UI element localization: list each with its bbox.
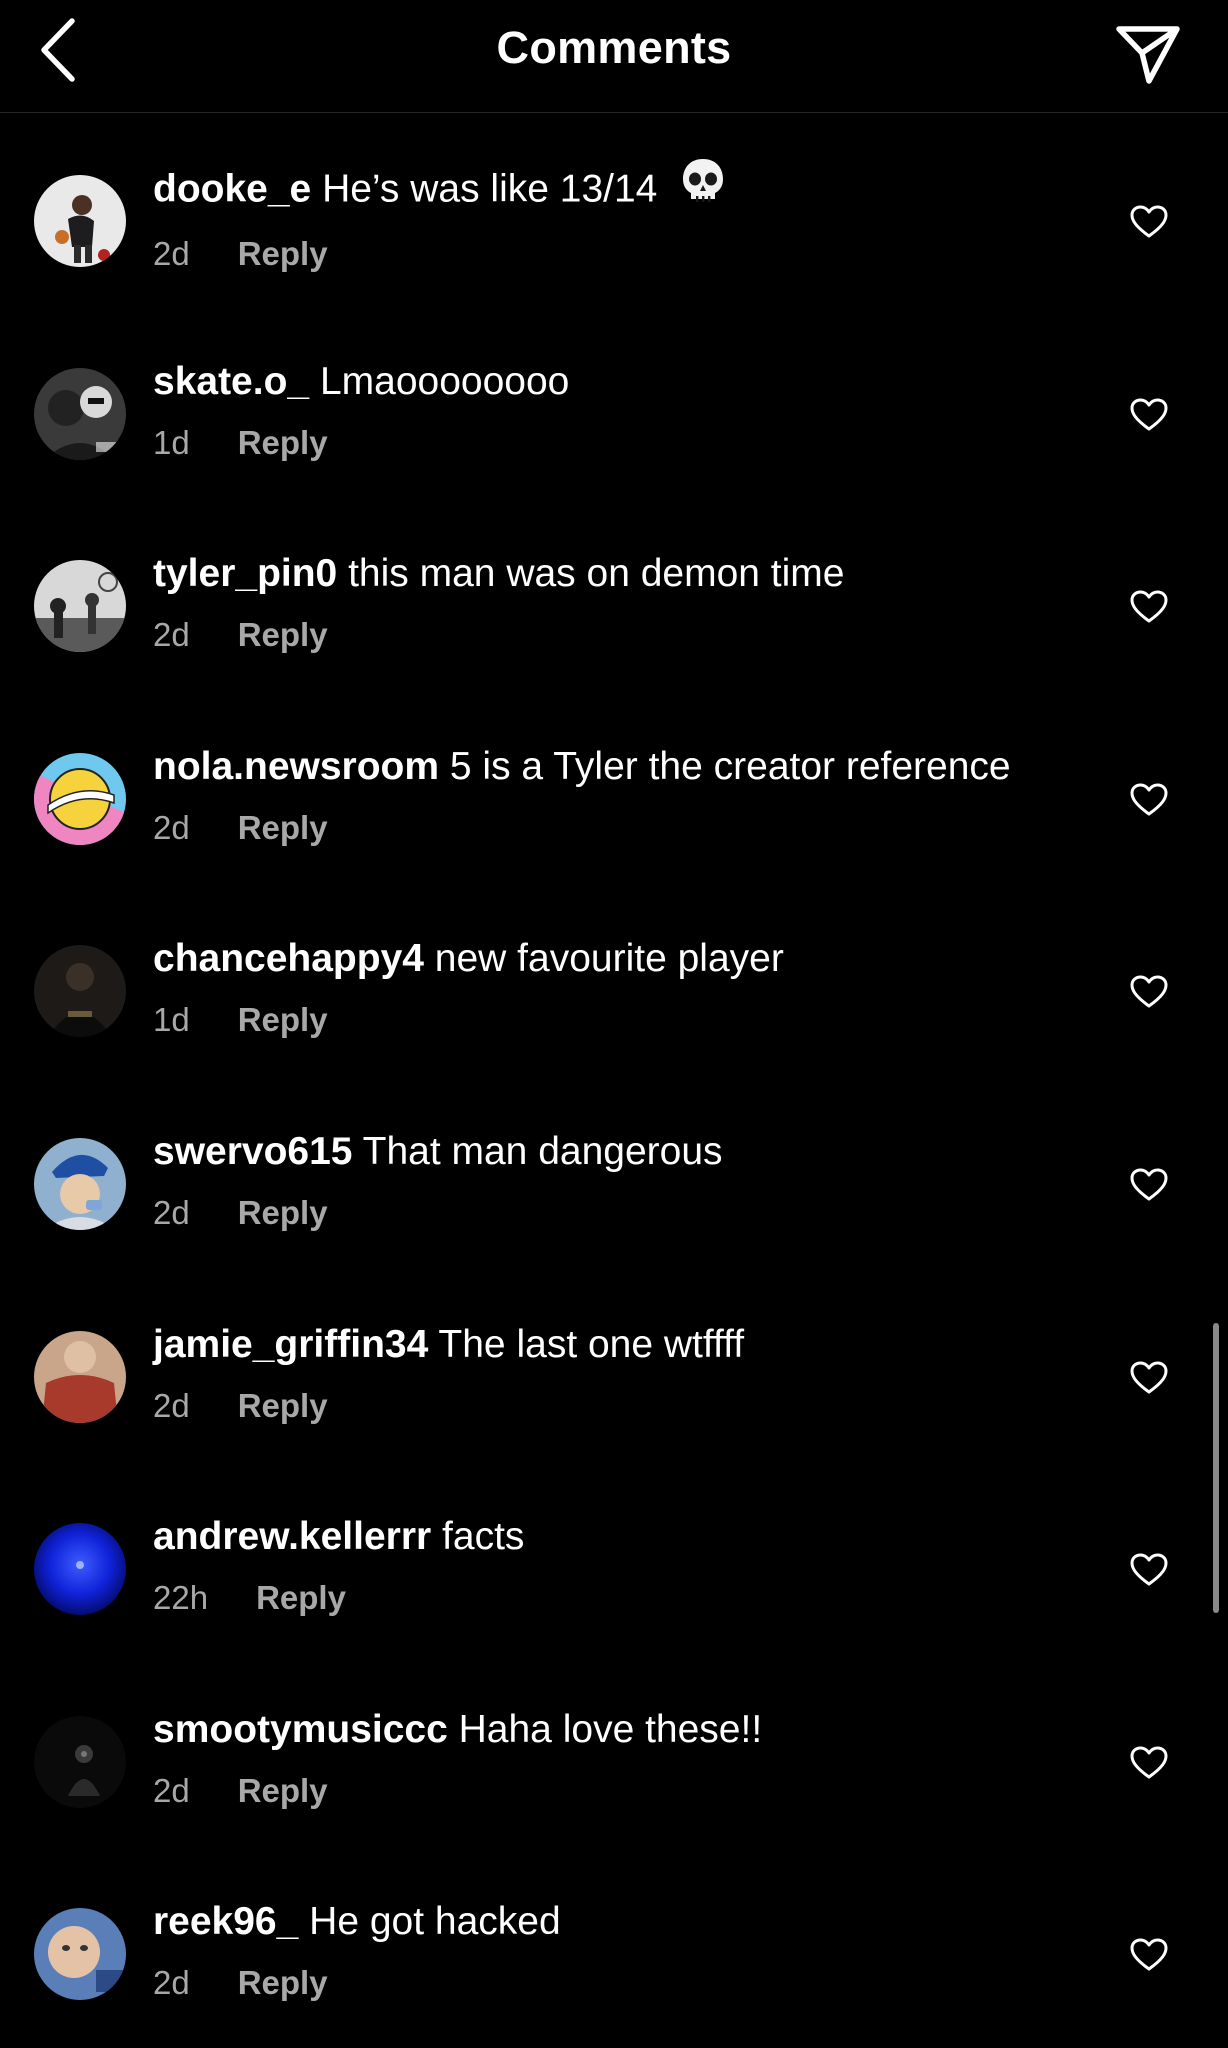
- comment-row: smootymusiccc Haha love these!! 2d Reply: [0, 1654, 1228, 1847]
- heart-icon[interactable]: [1130, 398, 1168, 432]
- comment-body: tyler_pin0 this man was on demon time 2d…: [153, 550, 1088, 654]
- reply-button[interactable]: Reply: [238, 235, 328, 273]
- heart-icon[interactable]: [1130, 1168, 1168, 1202]
- heart-icon[interactable]: [1130, 975, 1168, 1009]
- comment-row: swervo615 That man dangerous 2d Reply: [0, 1076, 1228, 1269]
- avatar[interactable]: [34, 367, 126, 460]
- skull-icon: [680, 157, 726, 217]
- comment-text: 5 is a Tyler the creator reference: [449, 744, 1011, 788]
- comment-text: Lmaoooooooo: [319, 359, 570, 403]
- comment-body: nola.newsroom 5 is a Tyler the creator r…: [153, 743, 1088, 847]
- comment-timestamp: 22h: [153, 1579, 209, 1617]
- comment-username[interactable]: reek96_: [153, 1900, 298, 1943]
- comment-body: jamie_griffin34 The last one wtffff 2d R…: [153, 1321, 1088, 1425]
- comment-text: facts: [442, 1515, 525, 1559]
- avatar[interactable]: [34, 560, 126, 653]
- comment-username[interactable]: jamie_griffin34: [153, 1323, 428, 1366]
- comment-body: swervo615 That man dangerous 2d Reply: [153, 1128, 1088, 1232]
- comment-text: Haha love these!!: [458, 1707, 763, 1751]
- heart-icon[interactable]: [1130, 205, 1168, 239]
- comment-text: new favourite player: [434, 937, 784, 981]
- page-title: Comments: [496, 22, 732, 73]
- comment-body: reek96_ He got hacked 2d Reply: [153, 1898, 1088, 2002]
- comment-body: skate.o_ Lmaoooooooo 1d Reply: [153, 358, 1088, 462]
- avatar[interactable]: [34, 1137, 126, 1230]
- header-bar: Comments: [0, 0, 1228, 113]
- heart-icon[interactable]: [1130, 783, 1168, 817]
- reply-button[interactable]: Reply: [238, 424, 328, 462]
- comment-timestamp: 1d: [153, 1001, 190, 1039]
- comment-text: He’s was like 13/14: [322, 167, 658, 211]
- avatar[interactable]: [34, 752, 126, 845]
- heart-icon[interactable]: [1130, 1553, 1168, 1587]
- comment-username[interactable]: nola.newsroom: [153, 745, 439, 788]
- comment-username[interactable]: skate.o_: [153, 360, 309, 403]
- avatar[interactable]: [34, 1908, 126, 2001]
- heart-icon[interactable]: [1130, 1746, 1168, 1780]
- reply-button[interactable]: Reply: [238, 1387, 328, 1425]
- avatar[interactable]: [34, 1715, 126, 1808]
- scrollbar[interactable]: [1213, 1323, 1219, 1613]
- reply-button[interactable]: Reply: [238, 809, 328, 847]
- avatar[interactable]: [34, 1330, 126, 1423]
- comment-row: nola.newsroom 5 is a Tyler the creator r…: [0, 691, 1228, 884]
- comment-timestamp: 2d: [153, 616, 190, 654]
- avatar[interactable]: [34, 1523, 126, 1616]
- reply-button[interactable]: Reply: [238, 1772, 328, 1810]
- comment-username[interactable]: smootymusiccc: [153, 1708, 448, 1751]
- comment-username[interactable]: dooke_e: [153, 167, 311, 210]
- reply-button[interactable]: Reply: [238, 1194, 328, 1232]
- comment-row: chancehappy4 new favourite player 1d Rep…: [0, 883, 1228, 1076]
- reply-button[interactable]: Reply: [238, 1001, 328, 1039]
- comment-timestamp: 2d: [153, 1386, 190, 1424]
- comment-row: andrew.kellerrr facts 22h Reply: [0, 1461, 1228, 1654]
- reply-button[interactable]: Reply: [238, 616, 328, 654]
- comment-timestamp: 2d: [153, 808, 190, 846]
- reply-button[interactable]: Reply: [256, 1579, 346, 1617]
- comment-row: tyler_pin0 this man was on demon time 2d…: [0, 498, 1228, 691]
- comment-username[interactable]: chancehappy4: [153, 937, 424, 980]
- paper-plane-icon: [1116, 26, 1180, 84]
- heart-icon[interactable]: [1130, 1938, 1168, 1972]
- comment-text: That man dangerous: [362, 1129, 723, 1173]
- avatar[interactable]: [34, 945, 126, 1038]
- comment-row: jamie_griffin34 The last one wtffff 2d R…: [0, 1269, 1228, 1462]
- comment-body: dooke_e He’s was like 13/14 2d Reply: [153, 159, 1088, 273]
- comment-text: He got hacked: [309, 1900, 561, 1944]
- comment-text: this man was on demon time: [348, 552, 845, 596]
- comment-row: dooke_e He’s was like 13/14 2d Reply: [0, 113, 1228, 306]
- share-button[interactable]: [1108, 14, 1188, 94]
- comment-body: chancehappy4 new favourite player 1d Rep…: [153, 935, 1088, 1039]
- comment-row: skate.o_ Lmaoooooooo 1d Reply: [0, 306, 1228, 499]
- comment-text: The last one wtffff: [438, 1322, 745, 1366]
- heart-icon[interactable]: [1130, 590, 1168, 624]
- comment-username[interactable]: tyler_pin0: [153, 552, 337, 595]
- comment-username[interactable]: andrew.kellerrr: [153, 1515, 431, 1558]
- avatar[interactable]: [34, 175, 126, 267]
- comment-timestamp: 2d: [153, 1771, 190, 1809]
- comment-timestamp: 2d: [153, 1964, 190, 2002]
- comment-body: smootymusiccc Haha love these!! 2d Reply: [153, 1706, 1088, 1810]
- comment-timestamp: 2d: [153, 1193, 190, 1231]
- comment-body: andrew.kellerrr facts 22h Reply: [153, 1513, 1088, 1617]
- comments-list: dooke_e He’s was like 13/14 2d Reply ska…: [0, 113, 1228, 2039]
- comment-timestamp: 1d: [153, 423, 190, 461]
- reply-button[interactable]: Reply: [238, 1964, 328, 2002]
- comment-username[interactable]: swervo615: [153, 1130, 352, 1173]
- comment-timestamp: 2d: [153, 235, 190, 272]
- comment-row: reek96_ He got hacked 2d Reply: [0, 1846, 1228, 2039]
- heart-icon[interactable]: [1130, 1361, 1168, 1395]
